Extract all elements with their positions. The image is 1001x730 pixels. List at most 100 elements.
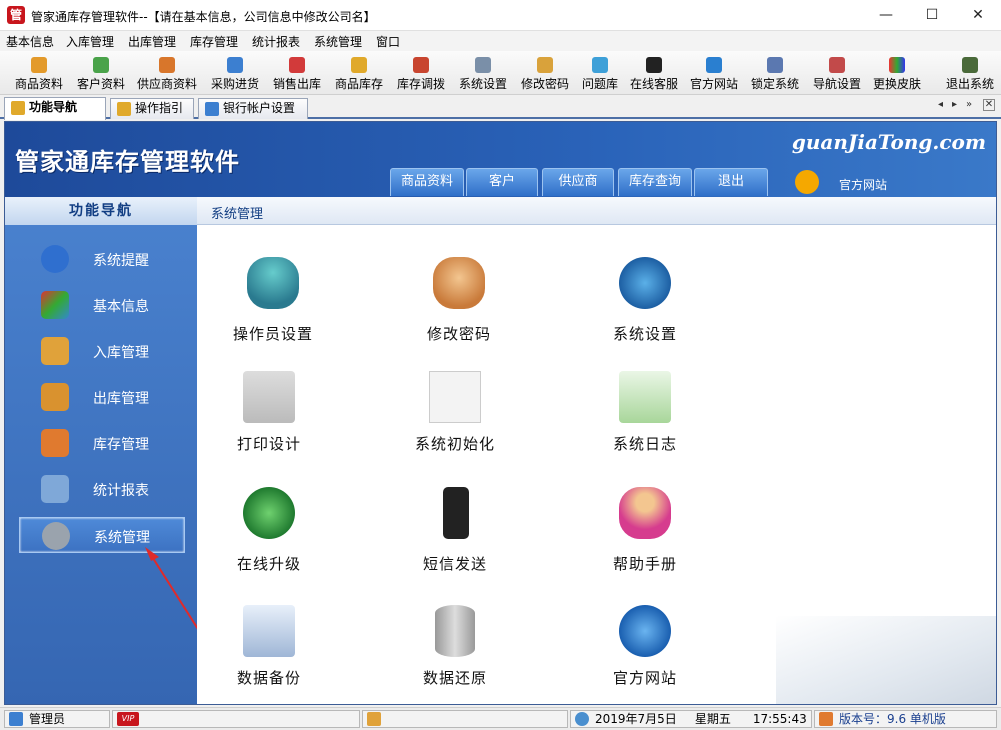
tool-lock[interactable]: 锁定系统	[746, 55, 804, 93]
tab-bar: 功能导航 操作指引 银行帐户设置 ◂ ▸ » ✕	[0, 95, 1001, 120]
status-bar: 管理员 VIP 2019年7月5日 星期五 17:55:43 版本号：9.6 单机版	[0, 707, 1001, 730]
vip-icon: VIP	[117, 712, 139, 726]
delete-doc-icon	[429, 371, 481, 423]
nav-products[interactable]: 商品资料	[390, 168, 464, 196]
tool-faq[interactable]: 问题库	[578, 55, 622, 93]
stock-icon	[351, 57, 367, 73]
menu-basic-info[interactable]: 基本信息	[6, 33, 54, 50]
fn-data-restore[interactable]: 数据还原	[385, 605, 525, 704]
lock-users-icon	[433, 257, 485, 309]
tab-close-icon[interactable]: ✕	[983, 99, 995, 111]
laptop-globe-icon	[619, 257, 671, 309]
supplier-icon	[159, 57, 175, 73]
lock-icon	[767, 57, 783, 73]
status-datetime: 2019年7月5日 星期五 17:55:43	[570, 710, 812, 728]
tool-customers[interactable]: 客户资料	[72, 55, 130, 93]
fn-official-website[interactable]: 官方网站	[575, 605, 715, 704]
tool-transfer[interactable]: 库存调拨	[392, 55, 450, 93]
help-person-icon	[619, 487, 671, 539]
tab-list-icon[interactable]: »	[966, 99, 972, 110]
nav-suppliers[interactable]: 供应商	[542, 168, 614, 196]
menu-stock-in[interactable]: 入库管理	[66, 33, 114, 50]
guide-icon	[117, 102, 131, 116]
fn-system-settings[interactable]: 系统设置	[575, 257, 715, 357]
fn-online-upgrade[interactable]: 在线升级	[199, 487, 339, 587]
tool-products[interactable]: 商品资料	[10, 55, 68, 93]
ie-icon	[619, 605, 671, 657]
penguin-icon	[646, 57, 662, 73]
close-button[interactable]: ✕	[955, 0, 1001, 31]
customer-icon	[93, 57, 109, 73]
official-site-link[interactable]: 官方网站	[795, 170, 895, 194]
nav-stock-query[interactable]: 库存查询	[618, 168, 692, 196]
home-icon	[11, 101, 25, 115]
transfer-icon	[413, 57, 429, 73]
fn-help-manual[interactable]: 帮助手册	[575, 487, 715, 587]
nav-icon	[829, 57, 845, 73]
banner: 管家通库存管理软件 guanJiaTong.com 商品资料 客户 供应商 库存…	[5, 122, 996, 197]
fn-operator-settings[interactable]: 操作员设置	[203, 257, 343, 357]
main-panel: 管家通库存管理软件 guanJiaTong.com 商品资料 客户 供应商 库存…	[4, 121, 997, 705]
tool-settings[interactable]: 系统设置	[454, 55, 512, 93]
database-icon	[435, 605, 475, 657]
status-user: 管理员	[4, 710, 110, 728]
menu-reports[interactable]: 统计报表	[252, 33, 300, 50]
tool-password[interactable]: 修改密码	[516, 55, 574, 93]
tab-prev-icon[interactable]: ◂	[938, 99, 943, 110]
tab-next-icon[interactable]: ▸	[952, 99, 957, 110]
pencil-icon	[537, 57, 553, 73]
status-blank	[362, 710, 568, 728]
bank-icon	[205, 102, 219, 116]
fn-sms-send[interactable]: 短信发送	[385, 487, 525, 587]
menu-bar: 基本信息 入库管理 出库管理 库存管理 统计报表 系统管理 窗口	[0, 31, 1001, 51]
tool-sales[interactable]: 销售出库	[268, 55, 326, 93]
nav-customers[interactable]: 客户	[466, 168, 538, 196]
house-icon	[819, 712, 833, 726]
truck-icon	[227, 57, 243, 73]
fn-system-init[interactable]: 系统初始化	[385, 371, 525, 471]
fn-system-log[interactable]: 系统日志	[575, 371, 715, 471]
nav-exit[interactable]: 退出	[694, 168, 768, 196]
menu-system[interactable]: 系统管理	[314, 33, 362, 50]
maximize-button[interactable]: ☐	[909, 0, 955, 31]
ie-icon	[706, 57, 722, 73]
spreadsheet-icon	[619, 371, 671, 423]
pointer-arrow-icon	[145, 547, 197, 630]
minimize-button[interactable]: —	[863, 0, 909, 31]
app-icon: 管	[7, 6, 25, 24]
status-vip[interactable]: VIP	[112, 710, 360, 728]
globe-icon	[575, 712, 589, 726]
fn-data-backup[interactable]: 数据备份	[199, 605, 339, 704]
globe-download-icon	[243, 487, 295, 539]
content-header: 系统管理	[197, 197, 996, 225]
box-icon	[31, 57, 47, 73]
users-icon	[247, 257, 299, 309]
user-icon	[9, 712, 23, 726]
tool-suppliers[interactable]: 供应商资料	[134, 55, 200, 93]
fn-change-password[interactable]: 修改密码	[389, 257, 529, 357]
exit-icon	[962, 57, 978, 73]
palette-icon	[889, 57, 905, 73]
title-bar: 管 管家通库存管理软件--【请在基本信息，公司信息中修改公司名】 — ☐ ✕	[0, 0, 1001, 31]
tab-function-nav[interactable]: 功能导航	[4, 97, 106, 120]
tool-service[interactable]: 在线客服	[626, 55, 682, 93]
tool-purchase[interactable]: 采购进货	[206, 55, 264, 93]
tool-stock[interactable]: 商品库存	[330, 55, 388, 93]
menu-inventory[interactable]: 库存管理	[190, 33, 238, 50]
tab-guide[interactable]: 操作指引	[110, 98, 194, 119]
tab-bank-accounts[interactable]: 银行帐户设置	[198, 98, 308, 119]
toolbar: 商品资料 客户资料 供应商资料 采购进货 销售出库 商品库存 库存调拨 系统设置…	[0, 51, 1001, 95]
tool-exit[interactable]: 退出系统	[942, 55, 998, 93]
menu-window[interactable]: 窗口	[376, 33, 400, 50]
mascot-icon	[795, 170, 819, 194]
gear-icon	[475, 57, 491, 73]
tool-website[interactable]: 官方网站	[686, 55, 742, 93]
window-title: 管家通库存管理软件--【请在基本信息，公司信息中修改公司名】	[31, 10, 376, 24]
tool-skin[interactable]: 更换皮肤	[868, 55, 926, 93]
menu-stock-out[interactable]: 出库管理	[128, 33, 176, 50]
banner-title: 管家通库存管理软件	[15, 148, 240, 176]
tool-nav-settings[interactable]: 导航设置	[808, 55, 866, 93]
printer-icon	[243, 371, 295, 423]
face-icon	[367, 712, 381, 726]
fn-print-design[interactable]: 打印设计	[199, 371, 339, 471]
